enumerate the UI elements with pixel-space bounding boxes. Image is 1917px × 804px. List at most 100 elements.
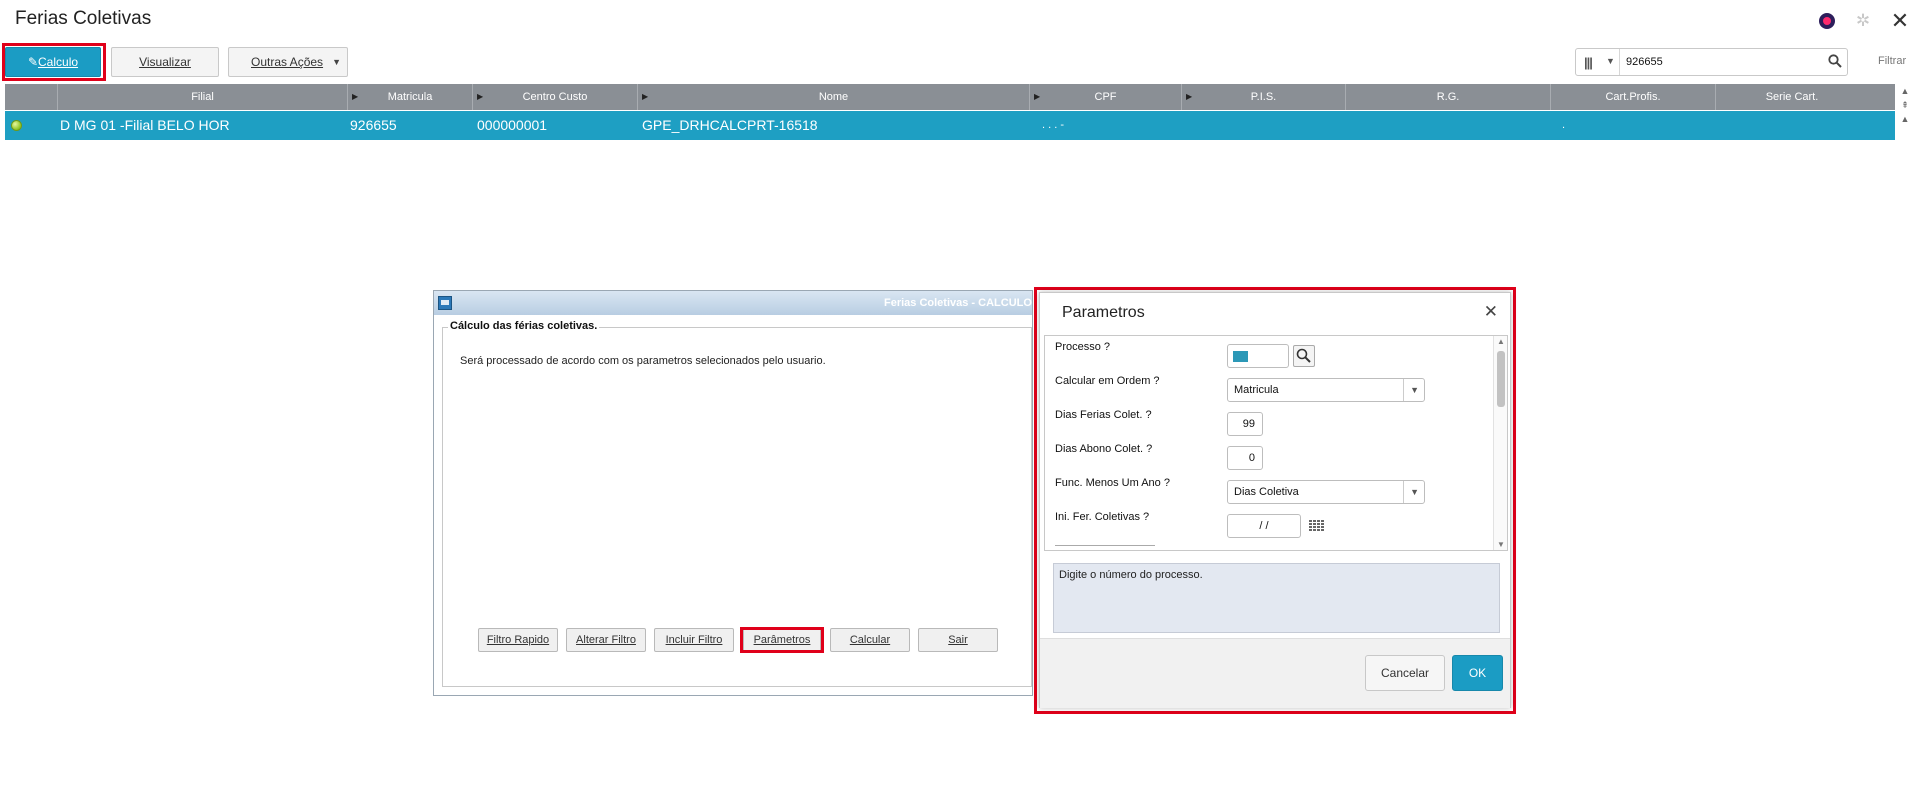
processo-value-chip <box>1233 351 1248 362</box>
grid-header-pis[interactable]: ▶ P.I.S. <box>1181 84 1345 110</box>
func-menos-select[interactable]: Dias Coletiva ▼ <box>1227 480 1425 504</box>
sair-label: Sair <box>948 634 968 646</box>
sair-button[interactable]: Sair <box>918 628 998 652</box>
window-icon <box>438 296 452 310</box>
calendar-icon[interactable] <box>1308 519 1324 533</box>
sort-arrow-icon: ▶ <box>642 92 649 101</box>
cell-filial: D MG 01 -Filial BELO HOR <box>60 117 230 133</box>
filtro-rapido-label: Filtro Rapido <box>486 634 550 646</box>
cell-centro-custo: 000000001 <box>477 117 548 133</box>
search-box[interactable]: ||| ▼ 926655 <box>1575 48 1848 76</box>
grid-header-cpf-label: CPF <box>1094 91 1117 103</box>
scroll-up-icon[interactable]: ▲ <box>1497 337 1505 346</box>
filtro-rapido-button[interactable]: Filtro Rapido <box>478 628 558 652</box>
parametros-highlight-box <box>740 627 824 653</box>
grid-header-filial[interactable]: Filial <box>57 84 347 110</box>
processo-input[interactable] <box>1227 344 1289 368</box>
close-icon[interactable]: ✕ <box>1484 302 1498 322</box>
ordem-select[interactable]: Matricula ▼ <box>1227 378 1425 402</box>
ini-fer-date-input[interactable]: / / <box>1227 514 1301 538</box>
select-divider <box>1403 481 1404 503</box>
grid-scrollbar[interactable]: ▲ ⇞ ▲ <box>1897 84 1913 140</box>
status-indicator-icon <box>11 120 22 131</box>
dias-ferias-label: Dias Ferias Colet. ? <box>1055 409 1152 421</box>
ordem-label: Calcular em Ordem ? <box>1055 375 1160 387</box>
alterar-filtro-label: Alterar Filtro <box>576 634 636 646</box>
process-dialog-titlebar[interactable]: Ferias Coletivas - CALCULO <box>434 291 1032 315</box>
cancel-button[interactable]: Cancelar <box>1365 655 1445 691</box>
grid-header-status <box>5 84 57 110</box>
chevron-down-icon: ▼ <box>1410 385 1419 395</box>
outras-acoes-button[interactable]: Outras Ações ▼ <box>228 47 348 77</box>
dias-abono-input[interactable]: 0 <box>1227 446 1263 470</box>
ordem-value: Matricula <box>1234 384 1279 396</box>
table-row[interactable]: D MG 01 -Filial BELO HOR 926655 00000000… <box>5 111 1895 140</box>
search-icon[interactable] <box>1828 54 1842 68</box>
grid-header-cart-profis[interactable]: Cart.Profis. <box>1550 84 1715 110</box>
calculo-highlight-box <box>2 43 106 81</box>
caret-down-icon: ▼ <box>332 57 341 67</box>
sort-arrow-icon: ▶ <box>1186 92 1193 101</box>
grid-header-matricula[interactable]: ▶ Matricula <box>347 84 472 110</box>
scroll-next-icon[interactable]: ▲ <box>1897 112 1913 126</box>
processo-lookup-button[interactable] <box>1293 345 1315 367</box>
grid-header-rg[interactable]: R.G. <box>1345 84 1550 110</box>
grid-header-nome-label: Nome <box>818 91 849 103</box>
select-divider <box>1403 379 1404 401</box>
incluir-filtro-label: Incluir Filtro <box>665 634 723 646</box>
help-text-box: Digite o número do processo. <box>1053 563 1500 633</box>
scroll-up-icon[interactable]: ⇞ <box>1897 98 1913 112</box>
next-parameter-cut <box>1055 545 1155 550</box>
cell-matricula: 926655 <box>350 117 397 133</box>
sort-arrow-icon: ▶ <box>352 92 359 101</box>
calcular-button[interactable]: Calcular <box>830 628 910 652</box>
columns-icon[interactable]: ||| <box>1584 55 1593 70</box>
search-icon <box>1296 348 1311 363</box>
alterar-filtro-button[interactable]: Alterar Filtro <box>566 628 646 652</box>
help-text: Digite o número do processo. <box>1059 569 1203 581</box>
incluir-filtro-button[interactable]: Incluir Filtro <box>654 628 734 652</box>
processo-label: Processo ? <box>1055 341 1111 353</box>
grid-header-centro-custo-label: Centro Custo <box>522 91 588 103</box>
parameter-list: Processo ? Calcular em Ordem ? Matricula… <box>1044 335 1508 551</box>
sort-arrow-icon: ▶ <box>477 92 484 101</box>
grid-header-matricula-label: Matricula <box>387 91 433 103</box>
process-group-title: Cálculo das férias coletivas. <box>448 320 600 332</box>
parametros-dialog-title: Parametros <box>1062 304 1145 321</box>
parameter-scrollbar[interactable]: ▲ ▼ <box>1493 336 1507 550</box>
grid-header-serie-cart[interactable]: Serie Cart. <box>1715 84 1868 110</box>
grid-header: Filial ▶ Matricula ▶ Centro Custo ▶ Nome ▶ C… <box>5 84 1895 110</box>
search-input[interactable]: 926655 <box>1626 56 1663 68</box>
func-menos-label: Func. Menos Um Ano ? <box>1055 477 1170 489</box>
app-window: Ferias Coletivas ✲ ✕ ✎Calculo Visualizar… <box>0 0 1917 804</box>
dias-ferias-input[interactable]: 99 <box>1227 412 1263 436</box>
grid-header-centro-custo[interactable]: ▶ Centro Custo <box>472 84 637 110</box>
cell-cpf: . . . - <box>1042 119 1064 131</box>
close-icon[interactable]: ✕ <box>1890 10 1910 32</box>
calcular-label: Calcular <box>849 634 891 646</box>
filtrar-link[interactable]: Filtrar <box>1878 55 1906 67</box>
totvs-logo-icon[interactable] <box>1819 13 1835 29</box>
process-description: Será processado de acordo com os paramet… <box>460 355 826 367</box>
grid-header-cpf[interactable]: ▶ CPF <box>1029 84 1181 110</box>
chevron-down-icon: ▼ <box>1410 487 1419 497</box>
chevron-down-icon[interactable]: ▼ <box>1606 56 1615 66</box>
cell-nome: GPE_DRHCALCPRT-16518 <box>642 117 818 133</box>
scroll-down-icon[interactable]: ▼ <box>1497 540 1505 549</box>
ok-button[interactable]: OK <box>1452 655 1503 691</box>
sort-arrow-icon: ▶ <box>1034 92 1041 101</box>
parametros-dialog: Parametros ✕ Processo ? Calcular em Orde… <box>1039 292 1511 708</box>
visualizar-label: Visualizar <box>139 55 191 69</box>
search-divider <box>1619 49 1620 75</box>
scroll-top-icon[interactable]: ▲ <box>1897 84 1913 98</box>
scroll-thumb[interactable] <box>1497 351 1505 407</box>
func-menos-value: Dias Coletiva <box>1234 486 1299 498</box>
process-dialog-title: Ferias Coletivas - CALCULO <box>884 297 1032 309</box>
ini-fer-label: Ini. Fer. Coletivas ? <box>1055 511 1150 523</box>
visualizar-button[interactable]: Visualizar <box>111 47 219 77</box>
grid-header-nome[interactable]: ▶ Nome <box>637 84 1029 110</box>
dias-abono-label: Dias Abono Colet. ? <box>1055 443 1153 455</box>
grid-header-pis-label: P.I.S. <box>1250 91 1277 103</box>
cell-cart-profis: . <box>1562 119 1566 131</box>
gear-icon[interactable]: ✲ <box>1855 12 1871 29</box>
